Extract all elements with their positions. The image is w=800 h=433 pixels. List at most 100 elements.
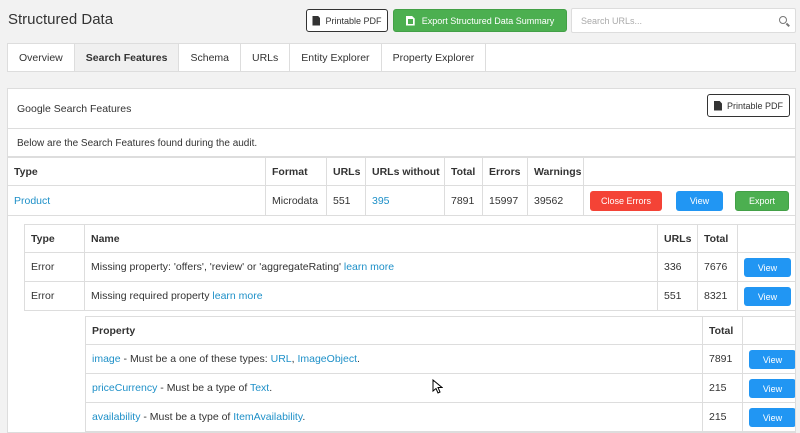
property-total-cell: 7891 bbox=[702, 344, 743, 374]
errors-column-actions bbox=[737, 224, 795, 253]
panel-title: Google Search Features bbox=[17, 103, 132, 115]
panel-printable-pdf-label: Printable PDF bbox=[726, 100, 784, 111]
error-type-cell: Error bbox=[24, 281, 85, 311]
column-header-format: Format bbox=[265, 157, 327, 186]
property-total-cell: 215 bbox=[702, 402, 743, 432]
pdf-file-icon bbox=[713, 100, 722, 111]
mouse-cursor-icon bbox=[432, 379, 443, 394]
column-header-actions bbox=[583, 157, 795, 186]
errors-table: Type Name URLs Total Error Missing prope… bbox=[24, 224, 795, 311]
column-header-errors: Errors bbox=[482, 157, 528, 186]
tab-bar: Overview Search Features Schema URLs Ent… bbox=[7, 43, 796, 72]
top-bar: Structured Data Printable PDF Export Str… bbox=[0, 0, 800, 42]
view-button[interactable]: View bbox=[749, 379, 795, 398]
property-desc: - Must be a type of bbox=[157, 382, 250, 394]
format-cell: Microdata bbox=[265, 185, 327, 216]
error-type-cell: Error bbox=[24, 252, 85, 282]
property-actions-cell: View bbox=[742, 344, 795, 374]
error-urls-cell: 336 bbox=[657, 252, 698, 282]
learn-more-link[interactable]: learn more bbox=[212, 290, 262, 302]
view-button[interactable]: View bbox=[676, 191, 723, 211]
type-imageobject-link[interactable]: ImageObject bbox=[297, 353, 357, 365]
property-desc: - Must be a type of bbox=[140, 411, 234, 423]
error-name-cell: Missing required property learn more bbox=[84, 281, 658, 311]
product-type-link[interactable]: Product bbox=[14, 195, 50, 207]
view-button[interactable]: View bbox=[749, 408, 795, 427]
tab-property-explorer[interactable]: Property Explorer bbox=[382, 44, 487, 71]
view-button[interactable]: View bbox=[744, 287, 791, 306]
errors-header-row: Type Name URLs Total bbox=[24, 224, 795, 253]
view-button[interactable]: View bbox=[744, 258, 791, 277]
table-header-row: Type Format URLs URLs without Total Erro… bbox=[8, 157, 795, 186]
error-urls-cell: 551 bbox=[657, 281, 698, 311]
property-availability-link[interactable]: availability bbox=[92, 411, 140, 423]
errors-column-urls: URLs bbox=[657, 224, 698, 253]
search-box bbox=[571, 8, 796, 33]
search-features-panel: Google Search Features Printable PDF Bel… bbox=[7, 88, 796, 433]
period: . bbox=[269, 382, 273, 394]
property-pricecurrency-link[interactable]: priceCurrency bbox=[92, 382, 157, 394]
error-name-text: Missing required property bbox=[91, 290, 213, 302]
tab-overview[interactable]: Overview bbox=[8, 44, 75, 71]
panel-description: Below are the Search Features found duri… bbox=[8, 129, 795, 157]
property-image-link[interactable]: image bbox=[92, 353, 121, 365]
search-input[interactable] bbox=[572, 9, 762, 32]
spreadsheet-icon bbox=[405, 15, 415, 26]
export-summary-label: Export Structured Data Summary bbox=[421, 15, 555, 26]
property-column-property: Property bbox=[85, 316, 703, 345]
property-cell: availability - Must be a type of ItemAva… bbox=[85, 402, 703, 432]
pdf-file-icon bbox=[312, 15, 321, 26]
period: . bbox=[357, 353, 360, 365]
period: . bbox=[302, 411, 306, 423]
type-url-link[interactable]: URL bbox=[271, 353, 292, 365]
error-total-cell: 7676 bbox=[697, 252, 738, 282]
error-name-text: Missing property: 'offers', 'review' or … bbox=[91, 261, 344, 273]
type-text-link[interactable]: Text bbox=[250, 382, 269, 394]
panel-header: Google Search Features Printable PDF bbox=[8, 89, 795, 129]
page-title: Structured Data bbox=[8, 11, 114, 28]
tab-entity-explorer[interactable]: Entity Explorer bbox=[290, 44, 382, 71]
property-actions-cell: View bbox=[742, 373, 795, 403]
actions-cell: Close Errors View Export bbox=[583, 185, 795, 216]
error-name-cell: Missing property: 'offers', 'review' or … bbox=[84, 252, 658, 282]
panel-printable-pdf-button[interactable]: Printable PDF bbox=[707, 94, 790, 117]
urls-cell: 551 bbox=[326, 185, 366, 216]
table-row: Product Microdata 551 395 7891 15997 395… bbox=[8, 185, 795, 216]
search-features-table: Type Format URLs URLs without Total Erro… bbox=[8, 157, 795, 216]
property-cell: image - Must be a one of these types: UR… bbox=[85, 344, 703, 374]
export-summary-button[interactable]: Export Structured Data Summary bbox=[393, 9, 567, 32]
column-header-urls: URLs bbox=[326, 157, 366, 186]
type-itemavailability-link[interactable]: ItemAvailability bbox=[233, 411, 302, 423]
error-actions-cell: View bbox=[737, 252, 795, 282]
learn-more-link[interactable]: learn more bbox=[344, 261, 394, 273]
tab-urls[interactable]: URLs bbox=[241, 44, 291, 71]
property-desc: - Must be a one of these types: bbox=[120, 353, 271, 365]
property-header-row: Property Total bbox=[85, 316, 795, 345]
column-header-urls-without: URLs without bbox=[365, 157, 445, 186]
errors-cell: 15997 bbox=[482, 185, 528, 216]
tab-schema[interactable]: Schema bbox=[179, 44, 242, 71]
printable-pdf-label: Printable PDF bbox=[325, 15, 382, 26]
printable-pdf-button[interactable]: Printable PDF bbox=[306, 9, 388, 32]
close-errors-button[interactable]: Close Errors bbox=[590, 191, 662, 211]
errors-column-total: Total bbox=[697, 224, 738, 253]
property-actions-cell: View bbox=[742, 402, 795, 432]
property-column-actions bbox=[742, 316, 795, 345]
column-header-warnings: Warnings bbox=[527, 157, 584, 186]
search-icon[interactable] bbox=[779, 16, 787, 24]
table-row: Error Missing required property learn mo… bbox=[24, 281, 795, 311]
error-total-cell: 8321 bbox=[697, 281, 738, 311]
property-cell: priceCurrency - Must be a type of Text. bbox=[85, 373, 703, 403]
property-column-total: Total bbox=[702, 316, 743, 345]
view-button[interactable]: View bbox=[749, 350, 795, 369]
warnings-cell: 39562 bbox=[527, 185, 584, 216]
tab-search-features[interactable]: Search Features bbox=[74, 44, 180, 71]
total-cell: 7891 bbox=[444, 185, 483, 216]
table-row: availability - Must be a type of ItemAva… bbox=[85, 402, 795, 432]
export-button[interactable]: Export bbox=[735, 191, 789, 211]
errors-column-name: Name bbox=[84, 224, 658, 253]
column-header-total: Total bbox=[444, 157, 483, 186]
table-row: Error Missing property: 'offers', 'revie… bbox=[24, 252, 795, 282]
urls-without-link[interactable]: 395 bbox=[372, 195, 390, 207]
table-row: image - Must be a one of these types: UR… bbox=[85, 344, 795, 374]
